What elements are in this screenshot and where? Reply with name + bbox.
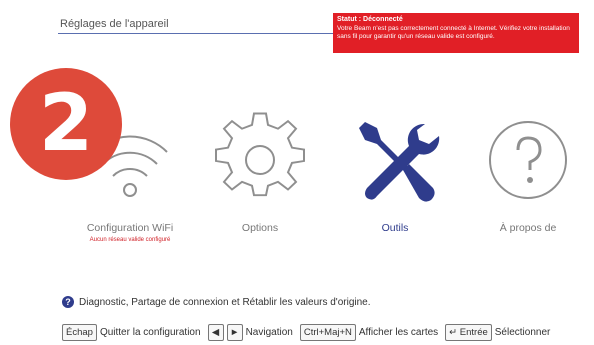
status-title: Statut : Déconnecté <box>337 16 403 23</box>
escape-label: Quitter la configuration <box>99 327 201 338</box>
gear-icon <box>215 112 305 197</box>
tools-icon <box>359 122 440 202</box>
help-icon: ? <box>62 296 74 308</box>
tile-tools-label: Outils <box>381 222 409 234</box>
status-banner: Statut : Déconnecté Votre Beam n'est pas… <box>333 13 579 53</box>
show-cards-key[interactable]: Ctrl+Maj+N <box>299 324 356 341</box>
tile-about-label: À propos de <box>499 222 557 234</box>
enter-key[interactable]: ↵ Entrée <box>445 324 492 341</box>
status-message: Votre Beam n'est pas correctement connec… <box>337 24 570 41</box>
hint-line: ? Diagnostic, Partage de connexion et Ré… <box>62 296 371 308</box>
page-title: Réglages de l'appareil <box>60 18 169 30</box>
show-cards-label: Afficher les cartes <box>358 327 439 338</box>
tile-wifi-sublabel: Aucun réseau valide configuré <box>89 237 171 243</box>
tile-wifi-label: Configuration WiFi <box>86 222 174 234</box>
tile-tools[interactable]: Outils <box>335 112 455 234</box>
tile-options[interactable]: Options <box>200 112 320 234</box>
select-label: Sélectionner <box>494 327 551 338</box>
navigation-label: Navigation <box>245 327 293 338</box>
question-icon <box>489 121 567 199</box>
hint-text: Diagnostic, Partage de connexion et Réta… <box>79 296 371 308</box>
title-underline <box>58 33 334 34</box>
left-arrow-key[interactable]: ◀ <box>207 324 224 341</box>
step-badge: 2 <box>10 68 122 180</box>
tile-options-label: Options <box>241 222 279 234</box>
escape-key[interactable]: Échap <box>62 324 97 341</box>
shortcut-bar: Échap Quitter la configuration ◀ ► Navig… <box>62 324 594 341</box>
tile-about[interactable]: À propos de <box>468 112 588 234</box>
right-arrow-key[interactable]: ► <box>226 324 243 341</box>
